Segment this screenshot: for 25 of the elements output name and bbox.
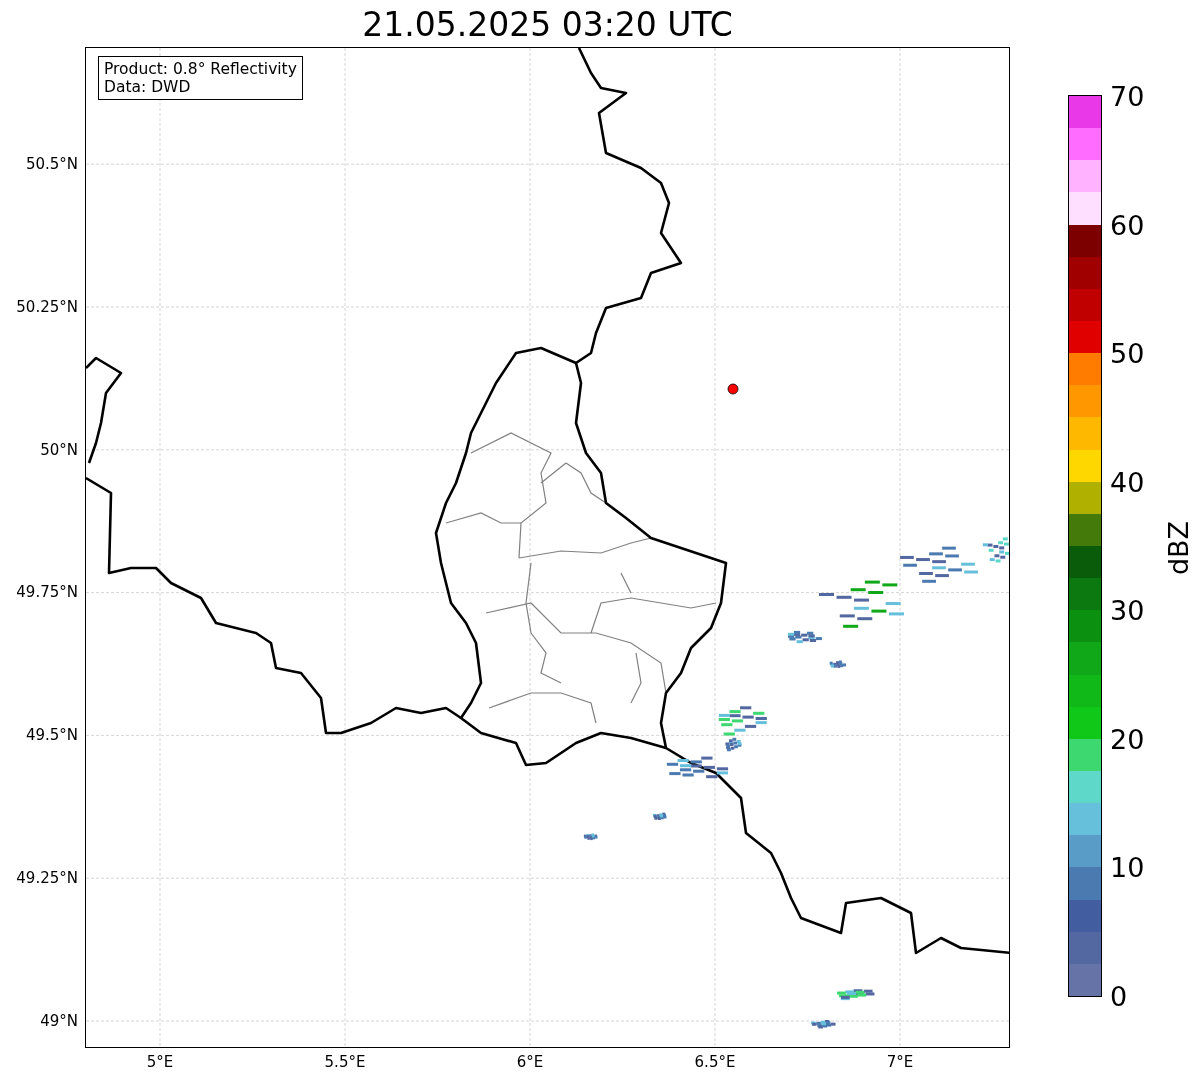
scale-label: 20 [1110,723,1145,755]
scale-label: 10 [1110,851,1145,883]
scale-label: 60 [1110,209,1145,241]
scale-label: 30 [1110,594,1145,626]
latitude-label: 49.25°N [16,869,78,887]
longitude-label: 6°E [516,1053,544,1071]
scale-label: 70 [1110,80,1145,112]
scale-label: 50 [1110,337,1145,369]
latitude-label: 50.5°N [25,155,78,173]
scale-label: 40 [1110,466,1145,498]
scale-label: 0 [1110,980,1128,1012]
latitude-label: 49.5°N [25,726,78,745]
longitude-label: 5°E [146,1053,174,1071]
longitude-label: 6.5°E [694,1053,736,1071]
chart-title: 21.05.2025 03:20 UTC [361,4,734,46]
latitude-label: 50°N [40,440,78,459]
latitude-label: 49.75°N [16,583,78,602]
info-text: Product: 0.8° Reflectivity [104,60,297,78]
latitude-label: 49°N [40,1011,78,1030]
longitude-label: 5.5°E [324,1053,366,1071]
info-text: Data: DWD [104,78,192,96]
latitude-label: 50.25°N [16,297,78,316]
axis-label: dBZ [1162,520,1194,576]
longitude-label: 7°E [886,1053,914,1071]
station-marker [727,383,739,395]
